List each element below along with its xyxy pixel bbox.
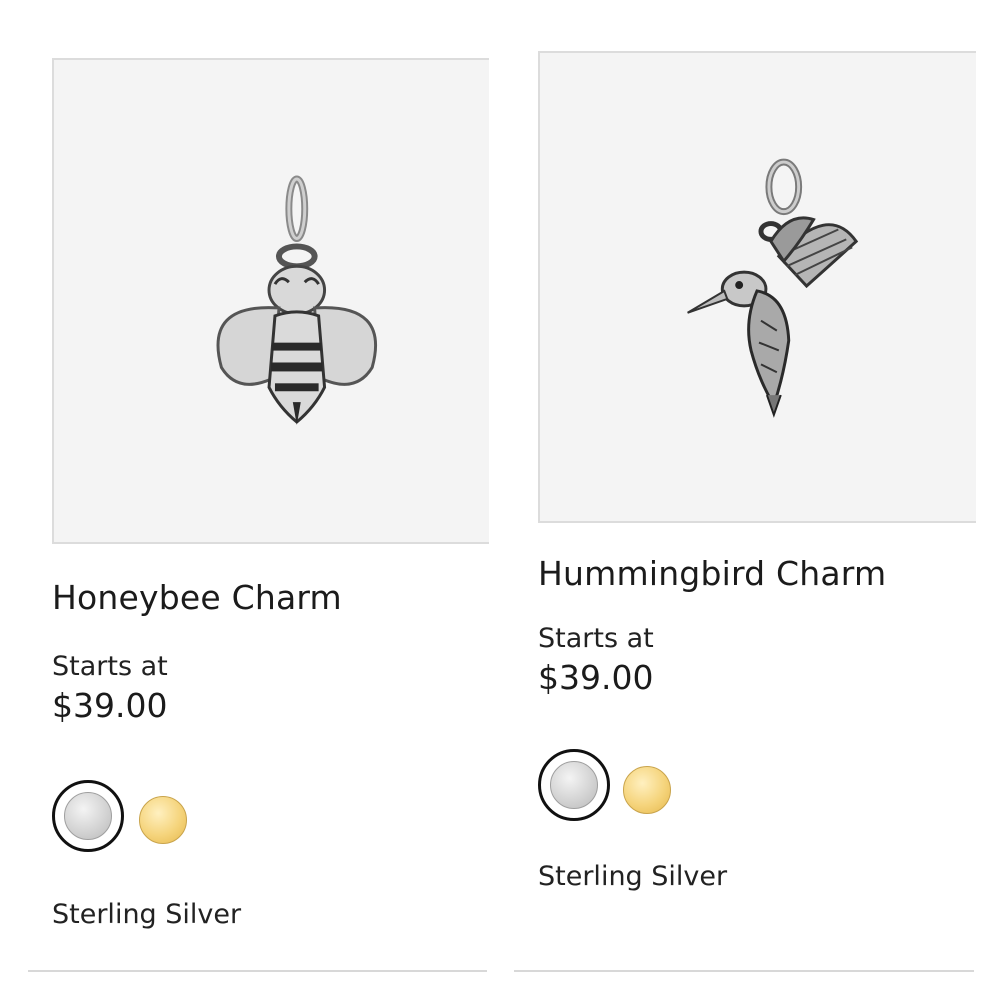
product-title[interactable]: Hummingbird Charm [538,554,886,593]
selected-metal-label: Sterling Silver [538,861,728,892]
hummingbird-charm-icon [687,158,859,418]
product-card-honeybee[interactable]: Honeybee Charm Starts at $39.00 Sterling… [52,58,489,930]
product-grid: Honeybee Charm Starts at $39.00 Sterling… [0,0,1000,1000]
honeybee-charm-icon [216,175,378,425]
swatch-gold[interactable] [139,796,187,844]
card-divider [28,970,487,972]
silver-swatch-dot [64,792,112,840]
product-card-hummingbird[interactable]: Hummingbird Charm Starts at $39.00 Sterl… [538,51,976,892]
swatch-gold[interactable] [623,766,671,814]
product-title[interactable]: Honeybee Charm [52,578,342,617]
price-prefix-label: Starts at [538,623,654,654]
silver-swatch-dot [550,761,598,809]
product-image[interactable] [52,58,489,544]
product-price: $39.00 [538,658,654,697]
price-prefix-label: Starts at [52,651,168,682]
swatch-sterling-silver-selected[interactable] [538,749,610,821]
card-divider [514,970,974,972]
product-price: $39.00 [52,686,168,725]
selected-metal-label: Sterling Silver [52,899,242,930]
product-image[interactable] [538,51,976,523]
swatch-sterling-silver-selected[interactable] [52,780,124,852]
